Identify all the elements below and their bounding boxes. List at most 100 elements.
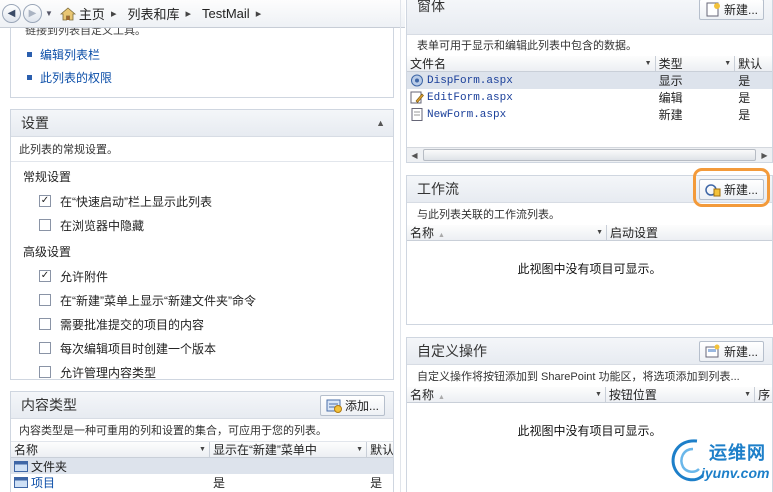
link-edit-columns[interactable]: 编辑列表栏: [25, 46, 379, 63]
bullet-icon: [27, 52, 32, 57]
col-default[interactable]: 默认: [367, 442, 393, 457]
checkbox-hide-in-browser[interactable]: [39, 219, 51, 231]
form-name[interactable]: DispForm.aspx: [427, 75, 513, 87]
checkbox-quick-launch[interactable]: ✓: [39, 195, 51, 207]
table-row[interactable]: EditForm.aspx 编辑 是: [407, 89, 772, 106]
option-attachments[interactable]: ✓ 允许附件: [11, 264, 393, 288]
content-type-icon: [14, 476, 28, 488]
edit-form-icon: [410, 91, 424, 104]
column-menu-icon[interactable]: ▼: [356, 446, 363, 453]
display-form-icon: [411, 74, 423, 87]
col-default[interactable]: 默认: [735, 56, 772, 71]
new-form-button[interactable]: 新建...: [698, 0, 764, 20]
form-default: 是: [738, 74, 751, 88]
customize-panel: 链接到列表自定义工具。 编辑列表栏 此列表的权限: [10, 28, 394, 98]
form-name[interactable]: NewForm.aspx: [427, 109, 506, 121]
table-row[interactable]: 项目 是 是: [11, 474, 393, 490]
option-new-folder-label: 在“新建”菜单上显示“新建文件夹”命令: [60, 293, 256, 308]
settings-panel: 设置 ▲ 此列表的常规设置。 常规设置 ✓ 在“快速启动”栏上显示此列表 在浏览…: [10, 109, 394, 380]
col-name-label: 名称: [410, 388, 435, 402]
settings-desc: 此列表的常规设置。: [11, 137, 393, 162]
checkbox-attachments[interactable]: ✓: [39, 270, 51, 282]
scroll-thumb[interactable]: [423, 149, 756, 161]
form-type: 编辑: [658, 91, 683, 105]
checkbox-new-folder[interactable]: [39, 294, 51, 306]
col-default-label: 默认: [370, 443, 393, 457]
workflow-grid-header: 名称 ▲ ▼ 启动设置: [407, 225, 772, 241]
form-type: 新建: [658, 108, 683, 122]
bullet-icon: [27, 75, 32, 80]
link-permissions[interactable]: 此列表的权限: [25, 69, 379, 86]
forms-title: 窗体: [417, 0, 445, 14]
option-quick-launch[interactable]: ✓ 在“快速启动”栏上显示此列表: [11, 189, 393, 213]
table-row[interactable]: 文件夹: [11, 458, 393, 474]
option-hide-in-browser-label: 在浏览器中隐藏: [60, 218, 145, 233]
option-attachments-label: 允许附件: [60, 269, 109, 284]
col-start-settings[interactable]: 启动设置: [607, 225, 772, 240]
option-versioning-label: 每次编辑项目时创建一个版本: [60, 341, 217, 356]
form-name[interactable]: EditForm.aspx: [427, 92, 513, 104]
general-settings-label: 常规设置: [23, 170, 72, 184]
column-menu-icon[interactable]: ▼: [645, 60, 652, 67]
settings-title: 设置: [21, 115, 49, 131]
col-show-in-new[interactable]: 显示在“新建”菜单中 ▼: [210, 442, 368, 457]
breadcrumb-separator-icon[interactable]: ▸: [185, 7, 191, 20]
scroll-right-icon[interactable]: ▶: [757, 148, 772, 163]
breadcrumb-current[interactable]: TestMail ▸: [202, 6, 268, 21]
customize-section: 链接到列表自定义工具。 编辑列表栏 此列表的权限: [10, 28, 394, 98]
col-name-label: 名称: [14, 443, 39, 457]
column-menu-icon[interactable]: ▼: [596, 229, 603, 236]
home-icon: [59, 6, 76, 20]
table-row[interactable]: NewForm.aspx 新建 是: [407, 106, 772, 123]
col-start-settings-label: 启动设置: [610, 226, 659, 240]
option-versioning[interactable]: 每次编辑项目时创建一个版本: [11, 336, 393, 360]
col-name[interactable]: 名称 ▲ ▼: [407, 387, 606, 402]
back-button[interactable]: ◀: [2, 4, 21, 23]
collapse-icon[interactable]: ▲: [376, 118, 385, 128]
col-type[interactable]: 类型 ▼: [656, 56, 736, 71]
content-types-title: 内容类型: [21, 397, 77, 413]
col-sequence[interactable]: 序: [755, 387, 772, 402]
watermark-text: 运维网: [709, 443, 766, 463]
checkbox-versioning[interactable]: [39, 342, 51, 354]
new-custom-action-button[interactable]: 新建...: [698, 340, 764, 362]
breadcrumb-separator-icon[interactable]: ▸: [111, 7, 117, 20]
column-menu-icon[interactable]: ▼: [595, 391, 602, 398]
scroll-left-icon[interactable]: ◀: [407, 148, 422, 163]
breadcrumb-lists[interactable]: 列表和库 ▸: [127, 4, 198, 23]
permissions-link[interactable]: 此列表的权限: [40, 69, 112, 86]
checkbox-require-approval[interactable]: [39, 318, 51, 330]
forms-desc: 表单可用于显示和编辑此列表中包含的数据。: [417, 40, 637, 52]
highlight-annotation: [693, 168, 770, 207]
new-action-icon: [705, 344, 720, 357]
sort-ascending-icon: ▲: [438, 232, 445, 239]
column-menu-icon[interactable]: ▼: [744, 391, 751, 398]
content-type-name[interactable]: 项目: [31, 474, 55, 491]
horizontal-scrollbar[interactable]: ◀ ▶: [407, 147, 772, 162]
new-custom-action-label: 新建...: [723, 344, 758, 359]
breadcrumb-separator-icon[interactable]: ▸: [256, 7, 262, 20]
add-content-type-button[interactable]: 添加...: [319, 394, 385, 416]
option-manage-content-types[interactable]: 允许管理内容类型: [11, 360, 393, 384]
option-hide-in-browser[interactable]: 在浏览器中隐藏: [11, 213, 393, 237]
col-button-location[interactable]: 按钮位置 ▼: [606, 387, 756, 402]
column-menu-icon[interactable]: ▼: [724, 60, 731, 67]
history-dropdown-icon[interactable]: ▼: [45, 9, 53, 18]
custom-actions-grid-header: 名称 ▲ ▼ 按钮位置 ▼ 序: [407, 387, 772, 403]
breadcrumb-home[interactable]: 主页 ▸: [59, 4, 124, 23]
checkbox-manage-content-types[interactable]: [39, 366, 51, 378]
sort-ascending-icon: ▲: [438, 394, 445, 401]
option-new-folder[interactable]: 在“新建”菜单上显示“新建文件夹”命令: [11, 288, 393, 312]
table-row[interactable]: DispForm.aspx 显示 是: [407, 72, 772, 89]
forward-button[interactable]: ▶: [23, 4, 42, 23]
edit-columns-link[interactable]: 编辑列表栏: [40, 46, 100, 63]
col-name[interactable]: 名称 ▲ ▼: [407, 225, 607, 240]
advanced-settings-label: 高级设置: [23, 245, 72, 259]
option-require-approval[interactable]: 需要批准提交的项目的内容: [11, 312, 393, 336]
column-divider: [400, 0, 401, 492]
form-default: 是: [738, 108, 751, 122]
forms-panel: 窗体 新建... 表单可用于显示和编辑此列表中包含的数据。 文件名 ▼ 类型 ▼ 默…: [406, 0, 773, 163]
col-name[interactable]: 名称 ▼: [11, 442, 210, 457]
col-filename[interactable]: 文件名 ▼: [407, 56, 656, 71]
column-menu-icon[interactable]: ▼: [199, 446, 206, 453]
